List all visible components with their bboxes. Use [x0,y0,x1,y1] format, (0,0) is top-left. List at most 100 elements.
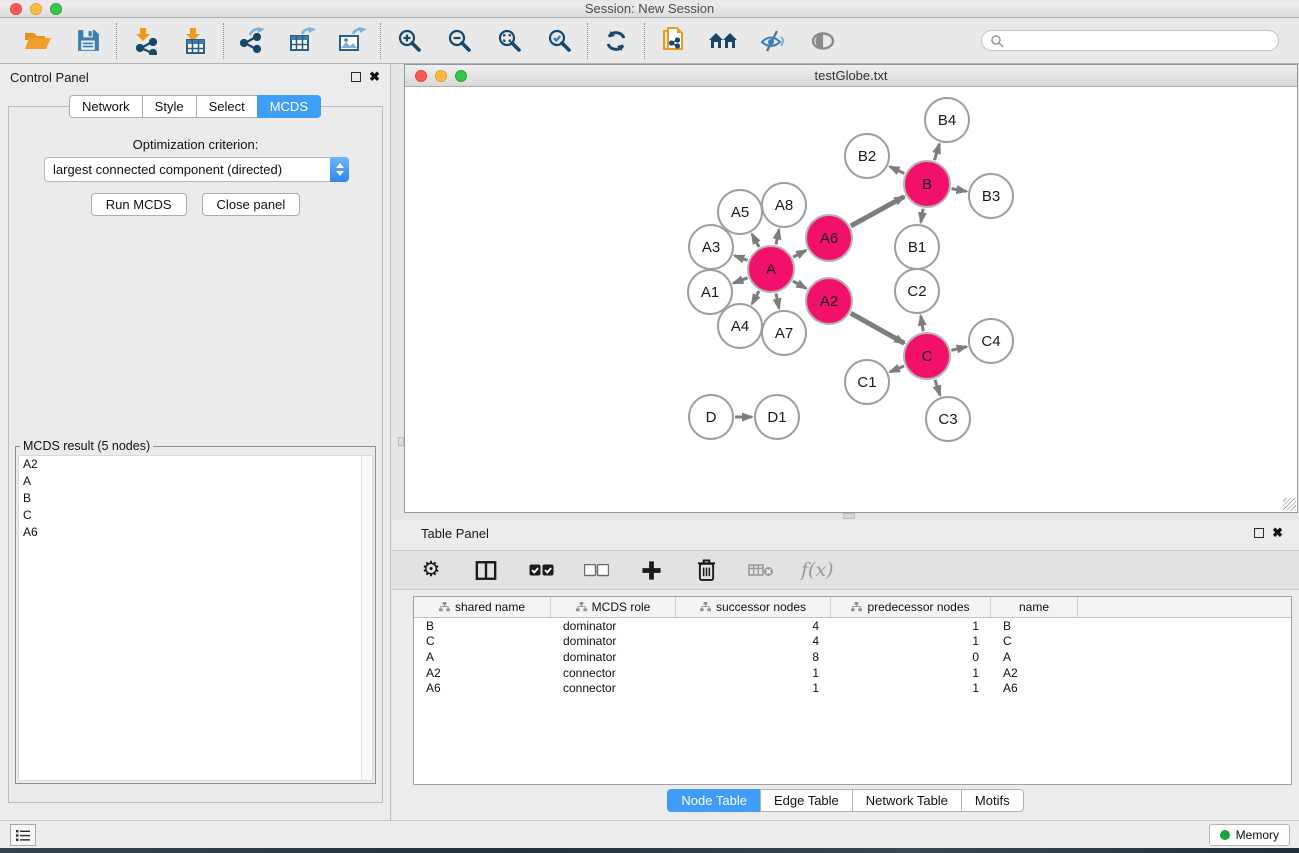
table-cell[interactable]: 0 [831,650,991,664]
mcds-result-list[interactable]: A2ABCA6 [18,455,373,781]
table-cell[interactable]: 1 [831,619,991,633]
node-A[interactable]: A [748,246,794,292]
table-cell[interactable]: 1 [831,666,991,680]
tab-network-table[interactable]: Network Table [852,789,961,812]
table-cell[interactable]: 1 [831,681,991,695]
table-cell[interactable]: B [991,619,1078,633]
table-cell[interactable]: connector [551,666,676,680]
select-all-columns-icon[interactable] [526,555,556,585]
zoom-in-icon[interactable] [394,26,424,56]
export-image-icon[interactable] [337,26,367,56]
task-history-button[interactable] [10,824,36,846]
zoom-selected-icon[interactable] [544,26,574,56]
table-row[interactable]: A2connector11A2 [414,665,1291,681]
export-table-icon[interactable] [287,26,317,56]
table-cell[interactable]: A2 [991,666,1078,680]
node-A1[interactable]: A1 [688,270,732,314]
resize-grip-icon[interactable] [1283,498,1296,511]
edge-A-A5[interactable] [752,234,759,247]
node-B1[interactable]: B1 [895,225,939,269]
edge-C-C4[interactable] [951,347,966,351]
control-tab-select[interactable]: Select [196,95,257,118]
add-column-icon[interactable] [636,555,666,585]
node-B3[interactable]: B3 [969,174,1013,218]
edge-A-A8[interactable] [776,229,779,244]
column-header-name[interactable]: name [991,597,1078,617]
table-cell[interactable]: A [414,650,551,664]
open-session-icon[interactable] [23,26,53,56]
table-cell[interactable]: 8 [676,650,831,664]
edge-A-A7[interactable] [776,293,779,308]
tab-node-table[interactable]: Node Table [667,789,760,812]
control-tab-style[interactable]: Style [142,95,196,118]
result-item[interactable]: A [19,473,372,490]
table-cell[interactable]: 1 [676,666,831,680]
float-panel-icon[interactable] [351,72,361,82]
edge-B-B4[interactable] [934,144,939,160]
import-table-icon[interactable] [180,26,210,56]
table-row[interactable]: Bdominator41B [414,618,1291,634]
memory-button[interactable]: Memory [1209,824,1290,846]
node-B4[interactable]: B4 [925,98,969,142]
table-row[interactable]: A6connector11A6 [414,680,1291,696]
edge-C-C3[interactable] [935,380,940,396]
node-C4[interactable]: C4 [969,319,1013,363]
edge-A-A6[interactable] [793,250,806,257]
control-tab-network[interactable]: Network [69,95,142,118]
node-table[interactable]: shared nameMCDS rolesuccessor nodesprede… [413,596,1292,785]
result-item[interactable]: A2 [19,456,372,473]
edge-B-B2[interactable] [890,167,905,174]
node-D[interactable]: D [689,395,733,439]
column-header-successor-nodes[interactable]: successor nodes [676,597,831,617]
table-cell[interactable]: A2 [414,666,551,680]
table-row[interactable]: Cdominator41C [414,634,1291,650]
search-input[interactable] [1004,34,1270,48]
column-header-predecessor-nodes[interactable]: predecessor nodes [831,597,991,617]
hide-selected-icon[interactable] [758,26,788,56]
edge-B-B3[interactable] [952,189,967,192]
zoom-out-icon[interactable] [444,26,474,56]
table-cell[interactable]: 1 [831,634,991,648]
network-window-titlebar[interactable]: testGlobe.txt [405,65,1297,87]
network-graph[interactable]: B4B2BB3A5A8A6B1A3AA1C2A2A4A7C4CC1DD1C3 [405,87,1297,512]
table-cell[interactable]: 4 [676,634,831,648]
float-table-panel-icon[interactable] [1254,528,1264,538]
run-mcds-button[interactable]: Run MCDS [91,193,187,216]
node-C2[interactable]: C2 [895,269,939,313]
edge-C-C2[interactable] [921,316,923,332]
node-A6[interactable]: A6 [806,215,852,261]
table-cell[interactable]: dominator [551,619,676,633]
node-A7[interactable]: A7 [762,311,806,355]
node-C3[interactable]: C3 [926,397,970,441]
edge-A6-B[interactable] [851,197,904,226]
table-settings-gear-icon[interactable]: ⚙ [416,555,446,585]
node-C1[interactable]: C1 [845,360,889,404]
node-A5[interactable]: A5 [718,190,762,234]
table-cell[interactable]: C [991,634,1078,648]
node-D1[interactable]: D1 [755,395,799,439]
result-item[interactable]: A6 [19,524,372,541]
control-tab-mcds[interactable]: MCDS [257,95,321,118]
export-network-icon[interactable] [237,26,267,56]
table-cell[interactable]: connector [551,681,676,695]
optimization-criterion-dropdown[interactable]: largest connected component (directed) [44,157,349,182]
new-network-from-selection-icon[interactable] [658,26,688,56]
table-cell[interactable]: B [414,619,551,633]
table-cell[interactable]: C [414,634,551,648]
edge-B-B1[interactable] [921,209,923,223]
tab-motifs[interactable]: Motifs [961,789,1024,812]
node-C[interactable]: C [904,333,950,379]
tab-edge-table[interactable]: Edge Table [760,789,852,812]
column-header-MCDS-role[interactable]: MCDS role [551,597,676,617]
close-table-panel-icon[interactable]: ✖ [1272,528,1283,538]
table-cell[interactable]: dominator [551,634,676,648]
close-panel-icon[interactable]: ✖ [369,72,380,82]
close-panel-button[interactable]: Close panel [202,193,301,216]
splitter-handle[interactable] [398,437,404,446]
table-cell[interactable]: dominator [551,650,676,664]
table-cell[interactable]: 1 [676,681,831,695]
edge-A-A3[interactable] [734,256,747,261]
table-cell[interactable]: A6 [414,681,551,695]
save-session-icon[interactable] [73,26,103,56]
node-A3[interactable]: A3 [689,225,733,269]
